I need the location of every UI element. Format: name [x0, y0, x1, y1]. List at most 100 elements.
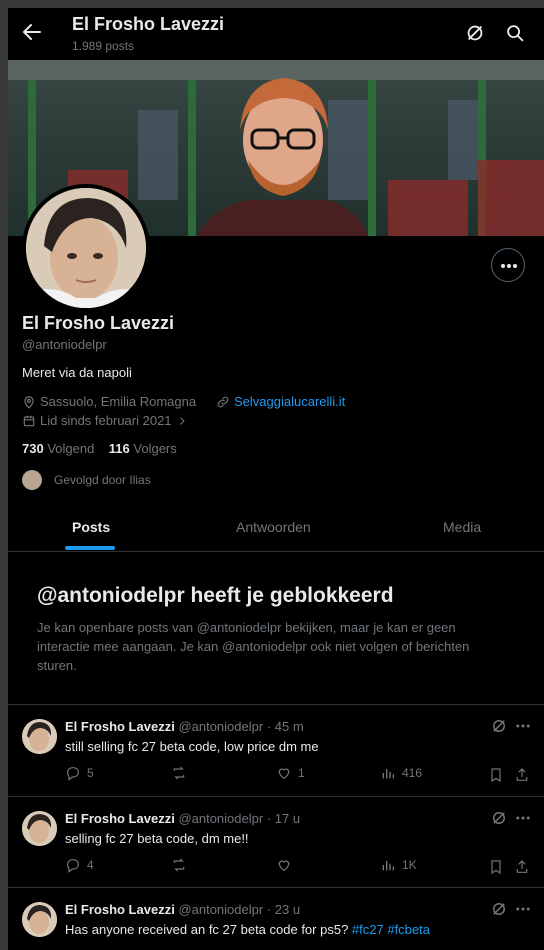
reply-icon: [67, 859, 79, 873]
tweet-avatar-photo: [22, 902, 57, 937]
tweet-avatar[interactable]: [22, 719, 57, 754]
share-icon[interactable]: [514, 767, 530, 783]
profile-avatar[interactable]: [22, 184, 150, 312]
tweet-hashtags[interactable]: #fc27 #fcbeta: [352, 922, 430, 937]
tweet-body: selling fc 27 beta code, dm me!!: [65, 831, 249, 846]
profile-bio: Meret via da napoli: [22, 365, 132, 380]
profile-name: El Frosho Lavezzi: [22, 313, 175, 333]
tweet-author[interactable]: El Frosho Lavezzi: [65, 811, 175, 826]
reply-button[interactable]: 5: [65, 765, 94, 781]
followers-count: 116: [108, 441, 130, 456]
blocked-message: Je kan openbare posts van @antoniodelpr …: [37, 620, 470, 673]
search-icon[interactable]: [504, 22, 526, 44]
like-button[interactable]: [276, 857, 298, 873]
tweet-body: still selling fc 27 beta code, low price…: [65, 739, 319, 754]
more-icon[interactable]: [514, 809, 532, 827]
tweet-avatar-photo: [22, 811, 57, 846]
tweet-author[interactable]: El Frosho Lavezzi: [65, 902, 175, 917]
tweet-time[interactable]: 17 u: [275, 811, 300, 826]
tab-replies[interactable]: Antwoorden: [236, 519, 311, 535]
more-icon[interactable]: [514, 900, 532, 918]
grok-icon[interactable]: [464, 22, 486, 44]
views-icon: [382, 861, 394, 871]
more-icon[interactable]: [514, 717, 532, 735]
profile-website[interactable]: Selvaggialucarelli.it: [216, 394, 345, 409]
back-arrow-icon[interactable]: [20, 20, 44, 44]
like-count: 1: [298, 766, 305, 780]
view-count: 416: [402, 766, 423, 780]
tweet[interactable]: El Frosho Lavezzi @antoniodelpr · 17 u s…: [8, 797, 544, 887]
active-tab-indicator: [65, 546, 115, 550]
tweet-avatar-photo: [22, 719, 57, 754]
repost-button[interactable]: [171, 857, 193, 873]
tweet-avatar[interactable]: [22, 811, 57, 846]
tweet-time[interactable]: 45 m: [275, 719, 304, 734]
grok-icon[interactable]: [490, 900, 508, 918]
tweet-text: Has anyone received an fc 27 beta code f…: [65, 922, 430, 937]
repost-icon: [173, 766, 185, 780]
views-button[interactable]: 1K: [380, 857, 417, 873]
reply-count: 4: [87, 858, 94, 872]
tweet-handle: @antoniodelpr: [178, 811, 264, 826]
followed-by-text: Gevolgd door Ilias: [54, 473, 151, 487]
window-left-edge: [0, 8, 8, 950]
website-link[interactable]: Selvaggialucarelli.it: [234, 394, 345, 409]
location-text: Sassuolo, Emilia Romagna: [40, 394, 197, 409]
followed-by[interactable]: Gevolgd door Ilias: [22, 470, 151, 490]
bookmark-icon[interactable]: [488, 859, 504, 875]
following-label: Volgend: [47, 441, 95, 456]
joined-text: Lid sinds februari 2021: [40, 413, 172, 428]
following-link[interactable]: 730 Volgend: [22, 441, 94, 456]
tweet-body: Has anyone received an fc 27 beta code f…: [65, 922, 352, 937]
grok-icon[interactable]: [490, 717, 508, 735]
reply-button[interactable]: 4: [65, 857, 94, 873]
window-top-edge: [0, 0, 544, 8]
avatar-photo: [26, 188, 146, 308]
share-icon[interactable]: [514, 859, 530, 875]
heart-icon: [278, 768, 290, 780]
tweet-separator: ·: [263, 811, 275, 826]
reply-count: 5: [87, 766, 94, 780]
views-button[interactable]: 416: [380, 765, 422, 781]
profile-more-button[interactable]: [491, 248, 525, 282]
bookmark-icon[interactable]: [488, 767, 504, 783]
tweet-header: El Frosho Lavezzi @antoniodelpr · 23 u: [65, 902, 300, 917]
like-button[interactable]: 1: [276, 765, 305, 781]
tweet-time[interactable]: 23 u: [275, 902, 300, 917]
reply-icon: [67, 767, 79, 781]
dot-icon: [501, 264, 505, 268]
link-icon: [217, 396, 229, 407]
repost-button[interactable]: [171, 765, 193, 781]
tab-posts[interactable]: Posts: [72, 519, 110, 535]
views-icon: [382, 769, 394, 779]
tweet-avatar[interactable]: [22, 902, 57, 937]
heart-icon: [278, 860, 290, 872]
profile-handle: @antoniodelpr: [22, 337, 107, 352]
profile-page: El Frosho Lavezzi 1.989 posts El Frosho …: [8, 8, 544, 950]
following-count: 730: [22, 441, 44, 456]
tweet-header: El Frosho Lavezzi @antoniodelpr · 45 m: [65, 719, 304, 734]
grok-icon[interactable]: [490, 809, 508, 827]
location-pin-icon: [24, 395, 34, 409]
dot-icon: [507, 264, 511, 268]
tweet-text: selling fc 27 beta code, dm me!!: [65, 831, 249, 846]
tweet-author[interactable]: El Frosho Lavezzi: [65, 719, 175, 734]
tweet[interactable]: El Frosho Lavezzi @antoniodelpr · 45 m s…: [8, 705, 544, 795]
tab-media[interactable]: Media: [443, 519, 481, 535]
dot-icon: [513, 264, 517, 268]
followers-link[interactable]: 116 Volgers: [109, 441, 177, 456]
chevron-right-icon: [179, 416, 185, 425]
tweet[interactable]: El Frosho Lavezzi @antoniodelpr · 23 u H…: [8, 888, 544, 950]
profile-joined[interactable]: Lid sinds februari 2021: [22, 413, 188, 428]
post-count: 1.989 posts: [72, 39, 135, 53]
tweet-header: El Frosho Lavezzi @antoniodelpr · 17 u: [65, 811, 300, 826]
tweet-separator: ·: [263, 719, 275, 734]
repost-icon: [173, 858, 185, 872]
tweet-handle: @antoniodelpr: [178, 719, 264, 734]
calendar-icon: [23, 415, 35, 426]
view-count: 1K: [402, 858, 417, 872]
profile-location: Sassuolo, Emilia Romagna: [22, 394, 196, 409]
tweet-text: still selling fc 27 beta code, low price…: [65, 739, 319, 754]
profile-tabs: Posts Antwoorden Media: [8, 506, 544, 552]
blocked-title: @antoniodelpr heeft je geblokkeerd: [37, 584, 394, 607]
